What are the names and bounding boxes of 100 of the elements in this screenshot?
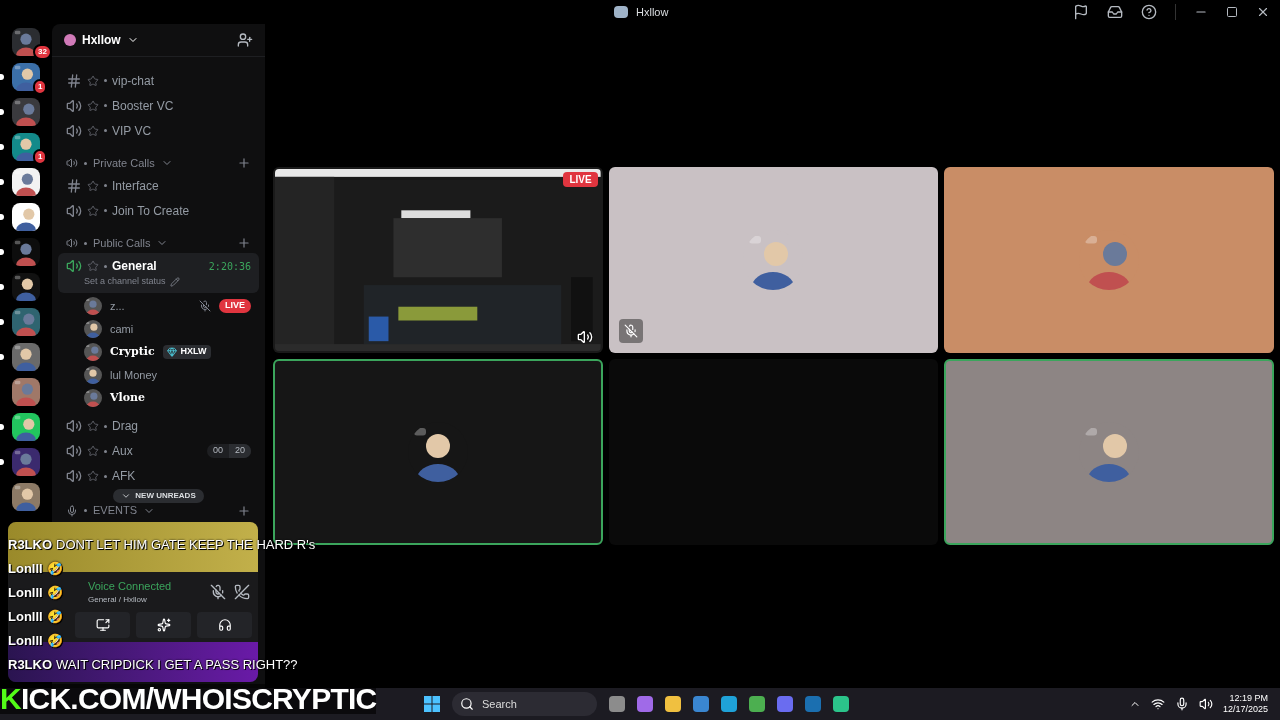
microphone-icon [66, 504, 78, 517]
windows-logo-icon[interactable] [424, 696, 440, 712]
channel-name: Interface [112, 177, 159, 195]
channel-name: Drag [112, 418, 138, 435]
server-badge-icon [64, 34, 76, 46]
server-icon[interactable] [12, 63, 40, 91]
hash-icon [66, 177, 82, 194]
channel-item[interactable]: Aux 00 20 [58, 438, 259, 464]
server-icon[interactable] [12, 133, 40, 161]
chat-message: 🤣 [46, 584, 63, 603]
taskbar-app-icon[interactable] [833, 696, 849, 712]
taskbar-app-icon[interactable] [749, 696, 765, 712]
taskbar-app-icon[interactable] [693, 696, 709, 712]
channel-item[interactable]: vip-chat [58, 68, 259, 93]
speaker-icon [66, 258, 82, 274]
disconnect-icon[interactable] [234, 584, 250, 600]
channel-item[interactable]: General 2:20:36 Set a channel status [58, 253, 259, 293]
help-icon[interactable] [1141, 4, 1157, 20]
voice-location[interactable]: General / Hxllow [88, 594, 172, 607]
star-icon [87, 260, 99, 272]
video-tile[interactable]: LIVE [273, 167, 603, 353]
server-name[interactable]: Hxllow [82, 31, 121, 49]
new-unreads-button[interactable]: NEW UNREADS [113, 488, 204, 503]
volume-icon[interactable] [1198, 697, 1213, 711]
noise-suppression-icon[interactable] [210, 584, 226, 600]
video-tile[interactable] [944, 167, 1274, 353]
server-icon[interactable] [12, 203, 40, 231]
member-name: Cryptic [110, 343, 155, 360]
taskbar-search-field[interactable]: Search [452, 692, 597, 716]
taskbar-app-icon[interactable] [637, 696, 653, 712]
voice-member[interactable]: cami [84, 317, 251, 341]
server-icon[interactable] [12, 483, 40, 511]
channel-item[interactable]: AFK [58, 463, 259, 489]
server-icon[interactable] [12, 168, 40, 196]
activities-button[interactable] [136, 612, 191, 638]
channel-item[interactable]: Interface [58, 173, 259, 198]
channel-item[interactable]: Join To Create [58, 198, 259, 223]
add-channel-icon[interactable] [237, 503, 251, 518]
category-name[interactable]: Public Calls [93, 234, 151, 252]
channel-name: VIP VC [112, 122, 152, 140]
voice-member[interactable]: Cryptic HXLW [84, 340, 251, 364]
speaker-icon [66, 97, 82, 114]
server-icon[interactable] [12, 378, 40, 406]
channel-status[interactable]: Set a channel status [84, 275, 166, 289]
member-name: cami [110, 321, 134, 337]
channel-name: General [112, 258, 157, 275]
channel-item[interactable]: Drag [58, 413, 259, 439]
video-tile[interactable] [944, 359, 1274, 545]
server-icon[interactable] [12, 413, 40, 441]
speaker-icon [66, 122, 82, 139]
star-icon [87, 124, 99, 137]
clock-date: 12/17/2025 [1222, 704, 1268, 716]
member-name: z... [110, 298, 125, 314]
star-icon [87, 445, 99, 457]
screen-share-button[interactable] [75, 612, 130, 638]
video-tile[interactable] [608, 167, 939, 353]
taskbar-app-icon[interactable] [805, 696, 821, 712]
network-icon[interactable] [1150, 697, 1165, 711]
close-icon[interactable] [1256, 5, 1270, 19]
microphone-icon[interactable] [1174, 697, 1189, 711]
flag-icon[interactable] [1073, 4, 1089, 20]
member-name: lul Money [110, 367, 158, 383]
server-icon[interactable] [12, 273, 40, 301]
add-channel-icon[interactable] [237, 156, 251, 170]
channel-item[interactable]: VIP VC [58, 118, 259, 143]
channel-name: AFK [112, 468, 136, 485]
speaker-icon [66, 237, 78, 249]
voice-member[interactable]: lul Money [84, 363, 251, 387]
voice-status: Voice Connected [88, 578, 172, 594]
chat-message: 🤣 [46, 608, 63, 627]
hash-icon [66, 72, 82, 89]
add-channel-icon[interactable] [237, 236, 251, 250]
taskbar-app-icon[interactable] [609, 696, 625, 712]
live-badge: LIVE [219, 299, 251, 313]
voice-member[interactable]: z... LIVE [84, 294, 251, 318]
channel-item[interactable]: Booster VC [58, 93, 259, 118]
server-icon[interactable] [12, 343, 40, 371]
taskbar-app-icon[interactable] [665, 696, 681, 712]
channel-name: vip-chat [112, 72, 155, 90]
app-icon [614, 6, 628, 18]
maximize-icon[interactable] [1226, 6, 1238, 18]
screen-share-icon [95, 618, 110, 632]
category-name[interactable]: Private Calls [93, 154, 155, 172]
taskbar-app-icon[interactable] [721, 696, 737, 712]
voice-member[interactable]: Vlone [84, 386, 251, 410]
category-name[interactable]: EVENTS [93, 502, 137, 519]
speaker-icon [66, 468, 82, 484]
chat-username: R3LKO [8, 656, 53, 675]
mention-badge: 1 [33, 149, 48, 165]
sparkles-icon [156, 618, 171, 632]
inbox-icon[interactable] [1107, 4, 1123, 20]
invite-icon[interactable] [237, 32, 253, 48]
taskbar-app-icon[interactable] [777, 696, 793, 712]
chat-username: Lonlll [8, 608, 43, 627]
mention-badge: 32 [33, 44, 52, 60]
speaker-icon [66, 202, 82, 219]
soundboard-button[interactable] [197, 612, 252, 638]
star-icon [87, 204, 99, 217]
headphones-icon [217, 618, 232, 632]
chat-username: R3LKO [8, 536, 53, 555]
